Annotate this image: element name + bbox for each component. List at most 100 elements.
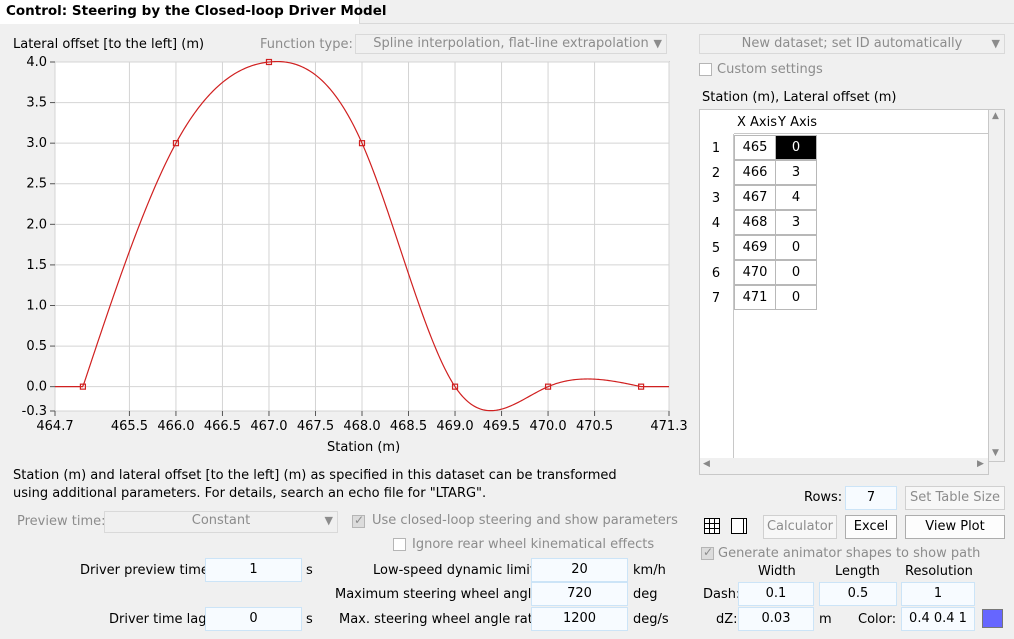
- color-input[interactable]: 0.4 0.4 1: [901, 607, 975, 631]
- max-angle-input[interactable]: 720: [531, 582, 628, 606]
- driver-lag-label: Driver time lag:: [109, 612, 211, 627]
- y-tick-labels: 4.0 3.5 3.0 2.5 2.0 1.5 1.0 0.5 0.0 -0.3: [22, 55, 47, 419]
- max-rate-input[interactable]: 1200: [531, 607, 628, 631]
- transform-note-line2: using additional parameters. For details…: [13, 486, 487, 501]
- custom-settings-label: Custom settings: [717, 62, 823, 77]
- x-tick-label: 469.0: [436, 419, 473, 434]
- dash-width-input[interactable]: 0.1: [738, 582, 814, 606]
- x-tick-label: 464.7: [36, 419, 73, 434]
- driver-lag-input[interactable]: 0: [205, 607, 302, 631]
- scroll-down-icon[interactable]: ▼: [992, 448, 999, 458]
- x-tick-label: 466.5: [204, 419, 241, 434]
- row-number: 5: [711, 241, 721, 256]
- col-width-label: Width: [758, 564, 796, 579]
- preview-time-value: Constant: [191, 513, 251, 528]
- x-tick-label: 471.3: [650, 419, 687, 434]
- dz-unit: m: [819, 612, 832, 627]
- view-plot-button[interactable]: View Plot: [905, 515, 1005, 539]
- cell-y[interactable]: 0: [775, 135, 817, 160]
- y-tick-label: 1.5: [26, 258, 47, 273]
- row-number: 7: [711, 291, 721, 306]
- y-tick-label: 2.5: [26, 177, 47, 192]
- x-tick-label: 468.0: [343, 419, 380, 434]
- table-grid-icon[interactable]: [704, 518, 720, 534]
- col-header-x[interactable]: X Axis: [737, 115, 777, 130]
- col-length-label: Length: [835, 564, 880, 579]
- max-rate-label: Max. steering wheel angle rate:: [339, 612, 546, 627]
- cell-x[interactable]: 465: [734, 135, 776, 160]
- table-header-divider: [734, 133, 989, 134]
- dash-length-input[interactable]: 0.5: [819, 582, 897, 606]
- checkbox-unchecked-icon: [699, 63, 712, 76]
- cell-x[interactable]: 468: [734, 210, 776, 235]
- color-swatch[interactable]: [982, 609, 1003, 628]
- tab-divider: [360, 23, 1014, 24]
- col-header-y[interactable]: Y Axis: [778, 115, 817, 130]
- checkbox-unchecked-icon: [393, 538, 406, 551]
- cell-x[interactable]: 466: [734, 160, 776, 185]
- cell-y[interactable]: 3: [775, 210, 817, 235]
- row-number: 3: [711, 191, 721, 206]
- x-tick-label: 467.5: [297, 419, 334, 434]
- dataset-select-value: New dataset; set ID automatically: [741, 36, 963, 51]
- cell-y[interactable]: 0: [775, 260, 817, 285]
- cell-x[interactable]: 469: [734, 235, 776, 260]
- function-type-select[interactable]: Spline interpolation, flat-line extrapol…: [355, 34, 667, 54]
- driver-lag-unit: s: [306, 612, 313, 627]
- lateral-offset-chart[interactable]: 4.0 3.5 3.0 2.5 2.0 1.5 1.0 0.5 0.0 -0.3 464.7 465…: [0, 52, 690, 460]
- driver-preview-label: Driver preview time:: [80, 563, 214, 578]
- scroll-right-icon[interactable]: ▶: [977, 459, 984, 469]
- dz-input[interactable]: 0.03: [738, 607, 814, 631]
- dash-label: Dash:: [703, 587, 741, 602]
- generate-animator-checkbox[interactable]: [701, 545, 714, 564]
- low-speed-input[interactable]: 20: [531, 558, 628, 582]
- row-number: 6: [711, 266, 721, 281]
- x-tick-label: 470.0: [529, 419, 566, 434]
- cell-y[interactable]: 4: [775, 185, 817, 210]
- chart-xlabel: Station (m): [327, 440, 401, 455]
- custom-settings-checkbox[interactable]: [699, 63, 712, 80]
- x-tick-label: 466.0: [157, 419, 194, 434]
- use-closed-loop-label: Use closed-loop steering and show parame…: [372, 513, 678, 528]
- chevron-down-icon: ▼: [991, 37, 1000, 50]
- y-tick-label: 0.5: [26, 339, 47, 354]
- low-speed-unit: km/h: [633, 563, 666, 578]
- max-rate-unit: deg/s: [633, 612, 669, 627]
- max-angle-unit: deg: [633, 587, 658, 602]
- table-title: Station (m), Lateral offset (m): [702, 90, 897, 105]
- x-tick-labels: 464.7 465.5 466.0 466.5 467.0 467.5 468.0 468.5…: [36, 419, 687, 434]
- tab-title[interactable]: Control: Steering by the Closed-loop Dri…: [0, 0, 387, 24]
- ignore-rear-checkbox[interactable]: [393, 538, 406, 555]
- driver-preview-input[interactable]: 1: [205, 558, 302, 582]
- rows-label: Rows:: [804, 490, 843, 505]
- table-horizontal-scrollbar[interactable]: ◀ ▶: [699, 458, 989, 475]
- preview-time-label: Preview time:: [17, 514, 106, 529]
- preview-time-select[interactable]: Constant ▼: [104, 511, 338, 533]
- use-closed-loop-checkbox[interactable]: [352, 513, 365, 532]
- max-angle-label: Maximum steering wheel angle:: [335, 587, 544, 602]
- x-tick-label: 467.0: [250, 419, 287, 434]
- color-label: Color:: [858, 612, 897, 627]
- row-number: 2: [711, 166, 721, 181]
- scroll-left-icon[interactable]: ◀: [703, 459, 710, 469]
- table-vertical-scrollbar[interactable]: ▲ ▼: [989, 109, 1005, 462]
- chevron-down-icon: ▼: [324, 514, 333, 527]
- cell-y[interactable]: 3: [775, 160, 817, 185]
- cell-y[interactable]: 0: [775, 235, 817, 260]
- calculator-button[interactable]: Calculator: [763, 515, 837, 539]
- scroll-up-icon[interactable]: ▲: [992, 111, 999, 121]
- rows-input[interactable]: 7: [845, 486, 897, 510]
- dataset-select[interactable]: New dataset; set ID automatically ▼: [699, 34, 1005, 54]
- chevron-down-icon: ▼: [653, 37, 662, 50]
- y-tick-label: 1.0: [26, 298, 47, 313]
- cell-x[interactable]: 470: [734, 260, 776, 285]
- cell-y[interactable]: 0: [775, 285, 817, 310]
- set-table-size-button[interactable]: Set Table Size: [905, 486, 1005, 510]
- col-resolution-label: Resolution: [905, 564, 973, 579]
- cell-x[interactable]: 467: [734, 185, 776, 210]
- checkbox-checked-icon: [352, 513, 365, 528]
- dash-resolution-input[interactable]: 1: [901, 582, 975, 606]
- blank-table-icon[interactable]: [731, 518, 747, 534]
- cell-x[interactable]: 471: [734, 285, 776, 310]
- excel-button[interactable]: Excel: [845, 515, 897, 539]
